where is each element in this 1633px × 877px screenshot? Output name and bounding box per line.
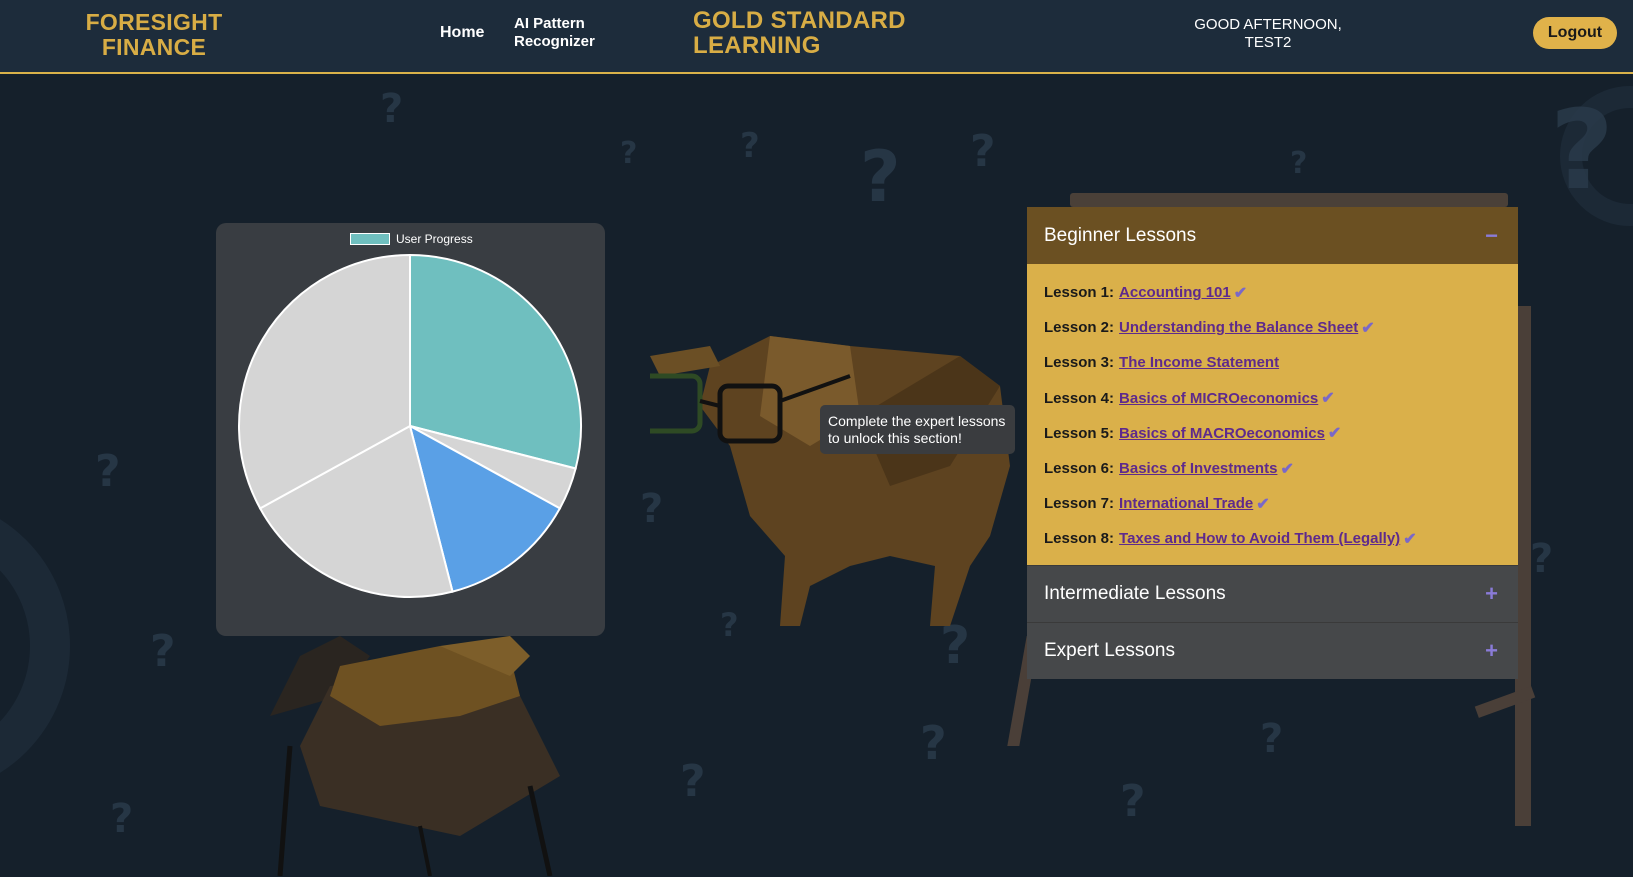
lessons-accordion: Beginner Lessons − Lesson 1: Accounting 1… bbox=[1027, 207, 1518, 679]
intermediate-lessons-header[interactable]: Intermediate Lessons + bbox=[1027, 564, 1518, 622]
beginner-lessons-list: Lesson 1: Accounting 101 ✔ Lesson 2: Underst… bbox=[1027, 264, 1518, 565]
lesson-number: Lesson 1: bbox=[1044, 284, 1115, 302]
lesson-link[interactable]: Basics of MICROeconomics bbox=[1119, 390, 1318, 407]
user-greeting: GOOD AFTERNOON, TEST2 bbox=[1168, 16, 1368, 52]
brand-line-2: FINANCE bbox=[101, 34, 207, 60]
question-mark-decoration: ? bbox=[110, 796, 134, 842]
expand-icon[interactable]: + bbox=[1485, 581, 1498, 607]
beginner-lessons-header[interactable]: Beginner Lessons − bbox=[1027, 207, 1518, 264]
intermediate-lessons-title: Intermediate Lessons bbox=[1044, 582, 1226, 604]
completed-check-icon: ✔ bbox=[1321, 390, 1335, 408]
lesson-number: Lesson 7: bbox=[1044, 495, 1115, 513]
lesson-number: Lesson 8: bbox=[1044, 530, 1115, 548]
expert-lessons-title: Expert Lessons bbox=[1044, 639, 1175, 661]
question-mark-decoration: ? bbox=[920, 716, 947, 770]
lesson-link[interactable]: Basics of MACROeconomics bbox=[1119, 425, 1325, 442]
expert-lessons-header[interactable]: Expert Lessons + bbox=[1027, 621, 1518, 679]
completed-check-icon: ✔ bbox=[1403, 530, 1417, 548]
tooltip-line-2: to unlock this section! bbox=[828, 430, 962, 446]
page-title-line-2: LEARNING bbox=[693, 32, 821, 59]
top-navbar: FORESIGHT FINANCE Home AI Pattern Recogn… bbox=[0, 0, 1633, 74]
lesson-link[interactable]: Basics of Investments bbox=[1119, 460, 1277, 477]
question-mark-decoration: ? bbox=[1290, 146, 1308, 181]
collapse-icon[interactable]: − bbox=[1485, 223, 1498, 249]
question-mark-decoration: ? bbox=[740, 126, 760, 166]
lesson-item: Lesson 5: Basics of MACROeconomics ✔ bbox=[1044, 416, 1500, 451]
nav-ai-line-1: AI Pattern bbox=[514, 15, 585, 32]
logout-button[interactable]: Logout bbox=[1533, 17, 1617, 49]
page-title: GOLD STANDARD LEARNING bbox=[693, 8, 933, 58]
greeting-line-1: GOOD AFTERNOON, bbox=[1194, 16, 1342, 33]
question-mark-decoration: ? bbox=[970, 126, 996, 177]
brand-line-1: FORESIGHT bbox=[85, 9, 223, 35]
question-mark-decoration: ? bbox=[1120, 776, 1146, 827]
completed-check-icon: ✔ bbox=[1233, 284, 1248, 302]
nav-home-link[interactable]: Home bbox=[440, 24, 484, 42]
lesson-item: Lesson 7: International Trade ✔ bbox=[1044, 486, 1500, 521]
lesson-item: Lesson 8: Taxes and How to Avoid Them (Le… bbox=[1044, 521, 1500, 556]
lesson-item: Lesson 4: Basics of MICROeconomics ✔ bbox=[1044, 381, 1500, 416]
bear-on-desk-illustration bbox=[270, 636, 560, 876]
tooltip-line-1: Complete the expert lessons bbox=[828, 413, 1006, 429]
completed-check-icon: ✔ bbox=[1280, 460, 1294, 478]
lesson-item: Lesson 6: Basics of Investments ✔ bbox=[1044, 451, 1500, 486]
lesson-link[interactable]: International Trade bbox=[1119, 495, 1253, 512]
question-mark-decoration: ? bbox=[1550, 86, 1614, 214]
nav-ai-line-2: Recognizer bbox=[514, 33, 595, 50]
progress-chart-card: User Progress bbox=[216, 223, 605, 636]
lesson-number: Lesson 4: bbox=[1044, 389, 1115, 407]
lesson-link[interactable]: Understanding the Balance Sheet bbox=[1119, 319, 1358, 336]
question-mark-decoration: ? bbox=[95, 446, 121, 497]
nav-ai-pattern-link[interactable]: AI Pattern Recognizer bbox=[514, 15, 614, 51]
question-mark-decoration: ? bbox=[380, 86, 404, 132]
lesson-item: Lesson 1: Accounting 101 ✔ bbox=[1044, 275, 1500, 310]
lesson-number: Lesson 3: bbox=[1044, 354, 1115, 372]
lesson-link[interactable]: The Income Statement bbox=[1119, 354, 1279, 371]
bull-with-glasses-illustration bbox=[650, 336, 1010, 626]
question-mark-decoration: ? bbox=[620, 136, 638, 171]
question-mark-decoration: ? bbox=[680, 756, 706, 807]
locked-section-tooltip: Complete the expert lessons to unlock th… bbox=[820, 405, 1015, 454]
completed-check-icon: ✔ bbox=[1256, 495, 1270, 513]
brand-logo[interactable]: FORESIGHT FINANCE bbox=[84, 10, 224, 60]
greeting-line-2: TEST2 bbox=[1244, 34, 1292, 51]
question-mark-decoration: ? bbox=[1260, 716, 1284, 762]
lesson-number: Lesson 5: bbox=[1044, 424, 1115, 442]
lesson-link[interactable]: Taxes and How to Avoid Them (Legally) bbox=[1119, 530, 1400, 547]
lesson-number: Lesson 6: bbox=[1044, 460, 1115, 478]
lesson-number: Lesson 2: bbox=[1044, 319, 1115, 337]
question-mark-decoration: ? bbox=[150, 626, 176, 677]
user-progress-pie-chart[interactable] bbox=[216, 223, 605, 636]
expand-icon[interactable]: + bbox=[1485, 638, 1498, 664]
completed-check-icon: ✔ bbox=[1361, 319, 1375, 337]
lesson-link[interactable]: Accounting 101 bbox=[1119, 284, 1231, 301]
beginner-lessons-title: Beginner Lessons bbox=[1044, 224, 1197, 246]
question-mark-decoration: ? bbox=[860, 136, 901, 218]
completed-check-icon: ✔ bbox=[1327, 425, 1342, 443]
question-mark-decoration: ? bbox=[1530, 536, 1554, 582]
lesson-item: Lesson 2: Understanding the Balance Sheet… bbox=[1044, 310, 1500, 345]
lesson-item: Lesson 3: The Income Statement bbox=[1044, 345, 1500, 380]
background-ring-decoration bbox=[0, 496, 70, 796]
page-title-line-1: GOLD STANDARD bbox=[693, 7, 906, 34]
board-top-frame bbox=[1070, 193, 1508, 207]
